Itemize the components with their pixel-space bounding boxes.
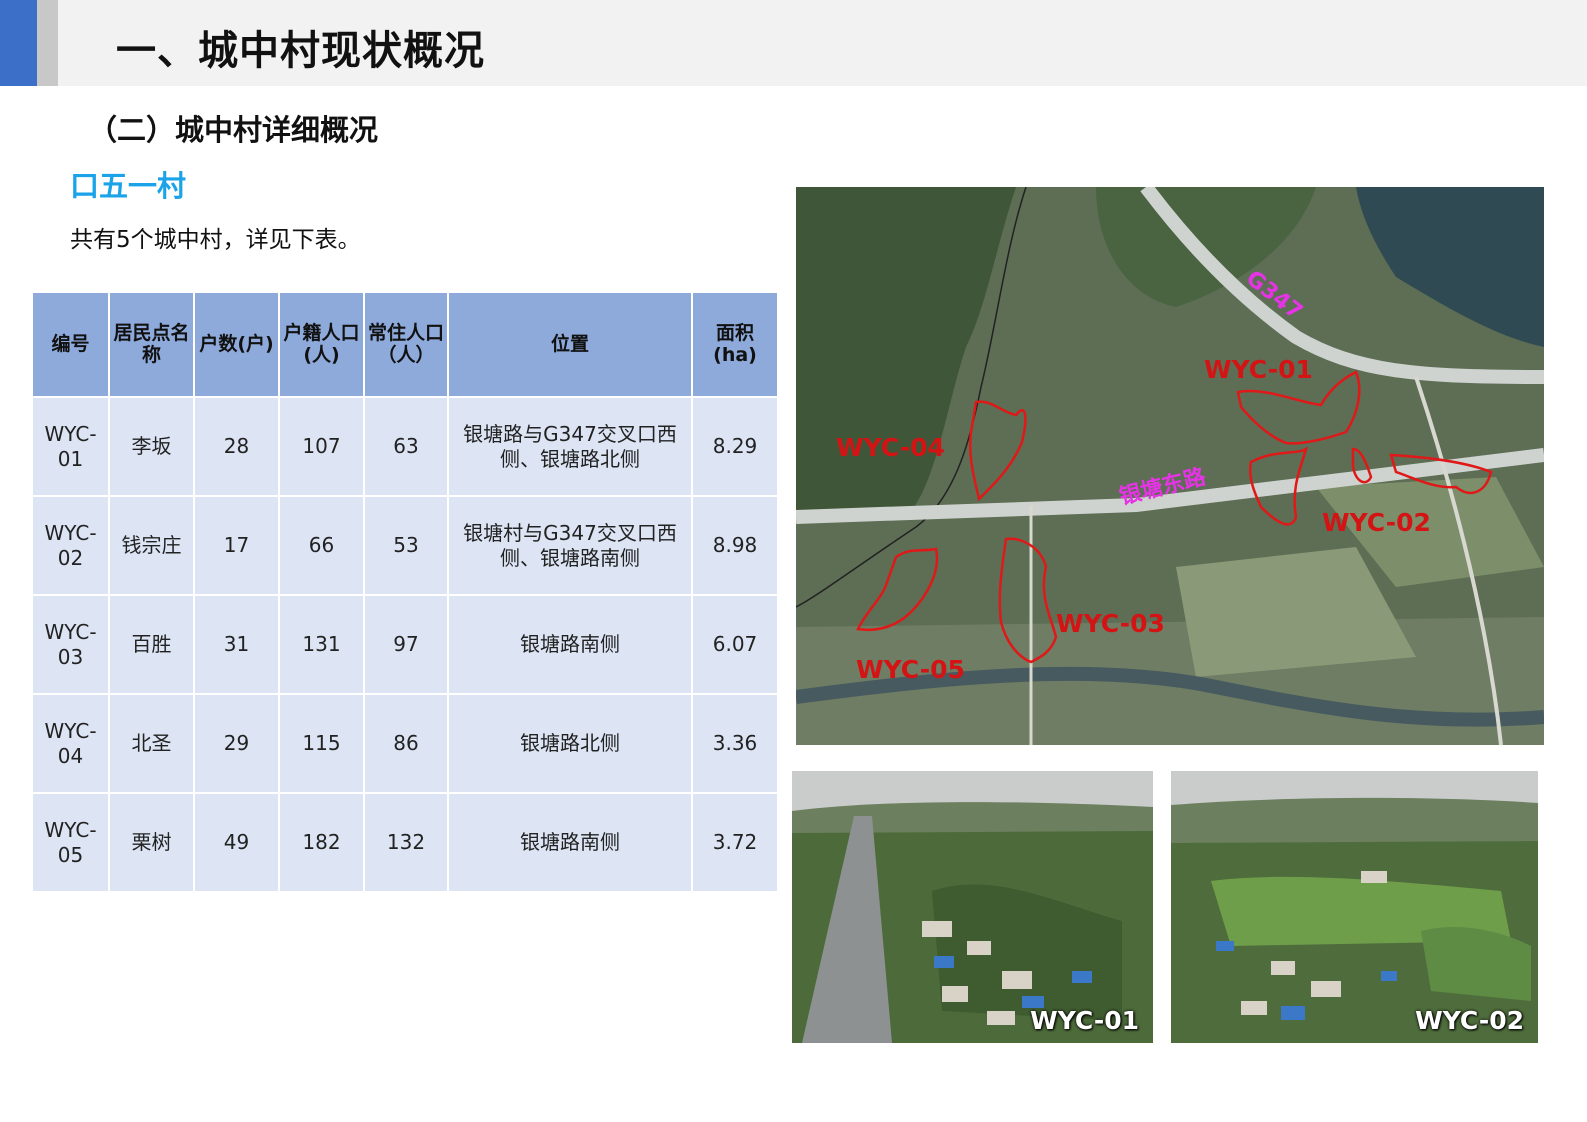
cell-id: WYC-03 xyxy=(31,594,110,695)
cell-area: 3.72 xyxy=(691,792,779,893)
cell-resident: 132 xyxy=(363,792,449,893)
col-header-location: 位置 xyxy=(447,291,693,398)
header-accent-blue xyxy=(0,0,37,86)
cell-resident: 97 xyxy=(363,594,449,695)
table-row: WYC-03 百胜 31 131 97 银塘路南侧 6.07 xyxy=(31,594,779,695)
cell-id: WYC-04 xyxy=(31,693,110,794)
col-header-id: 编号 xyxy=(31,291,110,398)
cell-households: 29 xyxy=(193,693,280,794)
cell-location: 银塘路南侧 xyxy=(447,792,693,893)
photo-label-wyc-01: WYC-01 xyxy=(1030,1006,1139,1035)
cell-location: 银塘路与G347交叉口西侧、银塘路北侧 xyxy=(447,396,693,497)
cell-name: 李坂 xyxy=(108,396,195,497)
table-row: WYC-02 钱宗庄 17 66 53 银塘村与G347交叉口西侧、银塘路南侧 … xyxy=(31,495,779,596)
cell-households: 17 xyxy=(193,495,280,596)
cell-area: 8.98 xyxy=(691,495,779,596)
cell-name: 栗树 xyxy=(108,792,195,893)
aerial-photo-wyc-01: WYC-01 xyxy=(792,771,1153,1043)
cell-area: 6.07 xyxy=(691,594,779,695)
table-row: WYC-04 北圣 29 115 86 银塘路北侧 3.36 xyxy=(31,693,779,794)
cell-location: 银塘路北侧 xyxy=(447,693,693,794)
cell-registered: 131 xyxy=(278,594,365,695)
page-title: 一、城中村现状概况 xyxy=(116,28,485,74)
header-accent-grey xyxy=(37,0,58,86)
cell-households: 49 xyxy=(193,792,280,893)
intro-text: 共有5个城中村，详见下表。 xyxy=(70,227,361,253)
map-label-wyc-04: WYC-04 xyxy=(836,433,945,462)
cell-location: 银塘村与G347交叉口西侧、银塘路南侧 xyxy=(447,495,693,596)
cell-name: 百胜 xyxy=(108,594,195,695)
map-label-wyc-02: WYC-02 xyxy=(1322,508,1431,537)
cell-area: 8.29 xyxy=(691,396,779,497)
table-row: WYC-01 李坂 28 107 63 银塘路与G347交叉口西侧、银塘路北侧 … xyxy=(31,396,779,497)
cell-area: 3.36 xyxy=(691,693,779,794)
cell-registered: 182 xyxy=(278,792,365,893)
cell-households: 31 xyxy=(193,594,280,695)
table-header-row: 编号 居民点名称 户数(户) 户籍人口(人) 常住人口（人） 位置 面积(ha) xyxy=(31,291,779,398)
cell-id: WYC-02 xyxy=(31,495,110,596)
map-label-wyc-05: WYC-05 xyxy=(856,655,965,684)
aerial-photo-image xyxy=(1171,771,1538,1043)
subsection-title: 口五一村 xyxy=(70,169,187,203)
cell-households: 28 xyxy=(193,396,280,497)
table-row: WYC-05 栗树 49 182 132 银塘路南侧 3.72 xyxy=(31,792,779,893)
cell-id: WYC-01 xyxy=(31,396,110,497)
aerial-photo-wyc-02: WYC-02 xyxy=(1171,771,1538,1043)
village-table: 编号 居民点名称 户数(户) 户籍人口(人) 常住人口（人） 位置 面积(ha)… xyxy=(31,291,779,893)
cell-id: WYC-05 xyxy=(31,792,110,893)
satellite-map: WYC-01 WYC-02 WYC-03 WYC-04 WYC-05 G347 … xyxy=(795,182,1545,746)
cell-registered: 66 xyxy=(278,495,365,596)
cell-registered: 115 xyxy=(278,693,365,794)
cell-name: 钱宗庄 xyxy=(108,495,195,596)
section-title: （二）城中村详细概况 xyxy=(88,113,379,147)
col-header-registered: 户籍人口(人) xyxy=(278,291,365,398)
map-label-wyc-03: WYC-03 xyxy=(1056,609,1165,638)
col-header-area: 面积(ha) xyxy=(691,291,779,398)
cell-name: 北圣 xyxy=(108,693,195,794)
aerial-photo-image xyxy=(792,771,1153,1043)
cell-resident: 63 xyxy=(363,396,449,497)
cell-resident: 86 xyxy=(363,693,449,794)
cell-location: 银塘路南侧 xyxy=(447,594,693,695)
map-label-wyc-01: WYC-01 xyxy=(1204,355,1313,384)
col-header-resident: 常住人口（人） xyxy=(363,291,449,398)
col-header-name: 居民点名称 xyxy=(108,291,195,398)
photo-label-wyc-02: WYC-02 xyxy=(1415,1006,1524,1035)
cell-resident: 53 xyxy=(363,495,449,596)
col-header-households: 户数(户) xyxy=(193,291,280,398)
cell-registered: 107 xyxy=(278,396,365,497)
